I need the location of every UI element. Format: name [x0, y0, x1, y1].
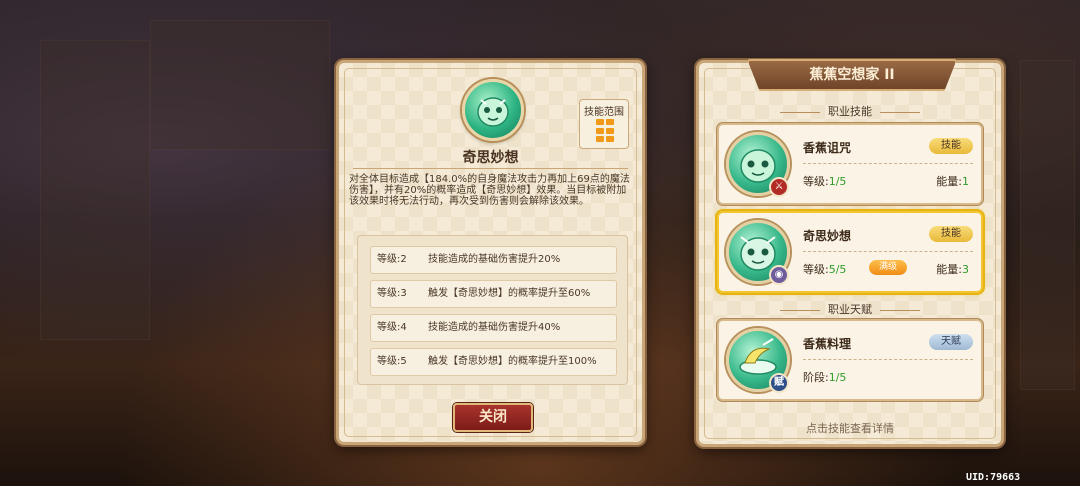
level-value: 5/5	[828, 263, 847, 276]
skill-energy: 能量:3	[936, 261, 969, 277]
skill-range-box[interactable]: 技能范围	[579, 99, 629, 149]
talent-tag: 天赋	[929, 334, 973, 350]
skill-level: 等级:5/5	[803, 261, 846, 277]
ornament-line	[880, 111, 920, 113]
energy-value: 1	[962, 175, 969, 188]
close-button[interactable]: 关闭	[453, 403, 533, 432]
sword-icon: ⚔	[769, 177, 789, 197]
max-level-badge: 满级	[869, 260, 907, 275]
class-title: 蕉蕉空想家 II	[747, 59, 957, 91]
divider	[803, 359, 973, 360]
list-item: 等级:3 触发【奇思妙想】的概率提升至60%	[370, 280, 617, 308]
level-effect: 触发【奇思妙想】的概率提升至60%	[428, 288, 591, 299]
energy-label: 能量:	[936, 175, 962, 188]
level-number: 等级:3	[377, 288, 407, 299]
divider	[803, 251, 973, 252]
level-upgrade-list: 等级:2 技能造成的基础伤害提升20% 等级:3 触发【奇思妙想】的概率提升至6…	[357, 235, 628, 385]
spirit-icon	[477, 97, 509, 127]
class-skills-panel: 蕉蕉空想家 II 职业技能 ⚔ 香蕉诅咒 技能 等级:1/5 能量:1 ◉ 奇思…	[696, 59, 1004, 447]
skill-level: 等级:1/5	[803, 173, 846, 189]
skill-card-whimsy[interactable]: ◉ 奇思妙想 技能 等级:5/5 满级 能量:3	[717, 211, 983, 293]
talent-card-banana-cuisine[interactable]: 赋 香蕉料理 天赋 阶段:1/5	[717, 319, 983, 401]
stage-value: 1/5	[828, 371, 847, 384]
background-bookcase	[1020, 60, 1075, 390]
ornament-line	[780, 309, 820, 311]
energy-label: 能量:	[936, 263, 962, 276]
ornament-line	[780, 111, 820, 113]
level-number: 等级:2	[377, 254, 407, 265]
section-label: 职业技能	[828, 105, 872, 118]
skill-detail-panel: 奇思妙想 技能范围 对全体目标造成【184.0%的自身魔法攻击力再加上69点的魔…	[336, 60, 645, 445]
skill-title: 奇思妙想	[462, 150, 519, 166]
level-number: 等级:4	[377, 322, 407, 333]
section-label: 职业天赋	[828, 303, 872, 316]
level-value: 1/5	[828, 175, 847, 188]
background-window	[150, 20, 330, 150]
stage-label: 阶段:	[803, 371, 829, 384]
skill-tag: 技能	[929, 226, 973, 242]
ornament-line	[880, 309, 920, 311]
skill-tag: 技能	[929, 138, 973, 154]
skill-name: 奇思妙想	[803, 229, 852, 243]
divider	[353, 168, 628, 169]
list-item: 等级:2 技能造成的基础伤害提升20%	[370, 246, 617, 274]
talent-name: 香蕉料理	[803, 337, 852, 351]
list-item: 等级:5 触发【奇思妙想】的概率提升至100%	[370, 348, 617, 376]
skill-energy: 能量:1	[936, 173, 969, 189]
level-label: 等级:	[803, 263, 829, 276]
skill-card-banana-curse[interactable]: ⚔ 香蕉诅咒 技能 等级:1/5 能量:1	[717, 123, 983, 205]
talent-stage: 阶段:1/5	[803, 369, 846, 385]
section-header-skills: 职业技能	[699, 103, 1001, 119]
footer-hint: 点击技能查看详情	[806, 422, 894, 435]
level-number: 等级:5	[377, 356, 407, 367]
magic-icon: ◉	[769, 265, 789, 285]
energy-value: 3	[962, 263, 969, 276]
list-item: 等级:4 技能造成的基础伤害提升40%	[370, 314, 617, 342]
range-grid-icon	[596, 119, 614, 143]
skill-icon	[462, 79, 524, 141]
user-id: UID:79663	[966, 472, 1021, 483]
background-shelf	[40, 40, 150, 340]
skill-name: 香蕉诅咒	[803, 141, 852, 155]
level-label: 等级:	[803, 175, 829, 188]
skill-description: 对全体目标造成【184.0%的自身魔法攻击力再加上69点的魔法伤害】，并有20%…	[349, 174, 630, 207]
talent-badge-icon: 赋	[769, 373, 789, 393]
level-effect: 触发【奇思妙想】的概率提升至100%	[428, 356, 597, 367]
section-header-talent: 职业天赋	[699, 301, 1001, 317]
skill-range-label: 技能范围	[584, 107, 624, 118]
divider	[803, 163, 973, 164]
level-effect: 技能造成的基础伤害提升40%	[428, 322, 561, 333]
level-effect: 技能造成的基础伤害提升20%	[428, 254, 561, 265]
